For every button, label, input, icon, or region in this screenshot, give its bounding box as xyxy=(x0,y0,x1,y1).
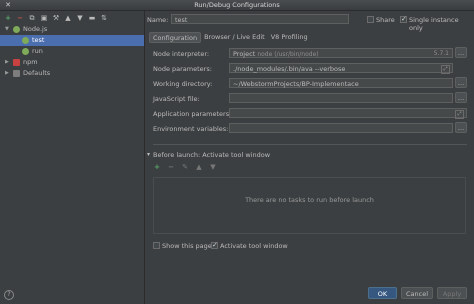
help-icon[interactable]: ? xyxy=(4,290,14,300)
plus-icon[interactable]: + xyxy=(4,14,12,22)
env-vars-field[interactable] xyxy=(229,123,453,133)
browse-file-button[interactable]: … xyxy=(455,92,467,103)
tree-node-npm[interactable]: ▶ npm xyxy=(0,57,144,68)
name-field[interactable]: test xyxy=(171,14,349,24)
javascript-file-label: JavaScript file: xyxy=(153,95,200,103)
tree-node-label: run xyxy=(32,47,43,55)
configuration-editor: Name: test Share Single instance only Co… xyxy=(145,11,474,304)
tree-toolbar: + − ⧉ ▣ ⚒ ▲ ▼ ▬ ⇅ xyxy=(0,11,144,24)
defaults-icon xyxy=(13,70,20,77)
show-page-label: Show this page xyxy=(162,242,212,250)
show-page-checkbox[interactable] xyxy=(153,242,160,249)
node-interpreter-select[interactable]: Project node (/usr/bin/node) 5.7.1 xyxy=(229,48,453,58)
browse-interpreter-button[interactable]: … xyxy=(455,47,467,58)
tree-node-nodejs[interactable]: ▼ Node.js xyxy=(0,24,144,35)
minus-icon[interactable]: − xyxy=(16,14,24,22)
minus-icon[interactable]: − xyxy=(167,163,175,171)
app-params-field[interactable]: ⤢ xyxy=(229,108,467,119)
folder-icon[interactable]: ▬ xyxy=(88,14,96,22)
ok-button[interactable]: OK xyxy=(368,287,397,299)
save-icon[interactable]: ▣ xyxy=(40,14,48,22)
interpreter-hint: node (/usr/bin/node) xyxy=(257,51,319,58)
empty-tasks-text: There are no tasks to run before launch xyxy=(245,196,374,204)
chevron-right-icon[interactable]: ▶ xyxy=(5,57,11,68)
sort-icon[interactable]: ⇅ xyxy=(100,14,108,22)
interpreter-value: Project xyxy=(233,50,256,58)
chevron-down-icon[interactable]: ▼ xyxy=(5,24,11,35)
tree-node-label: Node.js xyxy=(23,25,48,33)
nodejs-icon xyxy=(22,48,29,55)
activate-tool-window-checkbox[interactable] xyxy=(211,241,218,249)
name-label: Name: xyxy=(147,16,169,24)
working-directory-label: Working directory: xyxy=(153,80,213,88)
arrow-down-icon[interactable]: ▼ xyxy=(76,14,84,22)
before-launch-toolbar: + − ✎ ▲ ▼ xyxy=(153,162,217,172)
working-directory-field[interactable]: ~/WebstormProjects/BP-Implementace xyxy=(229,78,453,88)
tree-node-label: npm xyxy=(23,58,38,66)
browse-env-button[interactable]: … xyxy=(455,122,467,133)
tree-node-label: test xyxy=(32,36,45,44)
before-launch-header: Before launch: Activate tool window xyxy=(153,151,271,159)
node-parameters-label: Node parameters: xyxy=(153,65,212,73)
env-vars-label: Environment variables: xyxy=(153,125,229,133)
configurations-panel: + − ⧉ ▣ ⚒ ▲ ▼ ▬ ⇅ ▼ Node.js test run ▶ n… xyxy=(0,11,145,304)
npm-icon xyxy=(13,59,20,66)
tree-node-test[interactable]: test xyxy=(0,35,144,46)
wrench-icon[interactable]: ⚒ xyxy=(52,14,60,22)
before-launch-task-list xyxy=(153,177,466,234)
tab-v8-profiling[interactable]: V8 Profiling xyxy=(268,32,311,43)
node-parameters-field[interactable]: ./node_modules/.bin/ava --verbose ⤢ xyxy=(229,63,453,74)
nodejs-icon xyxy=(13,26,20,33)
expand-icon[interactable]: ⤢ xyxy=(455,110,464,119)
tab-configuration[interactable]: Configuration xyxy=(149,32,202,43)
config-tabs: Configuration Browser / Live Edit V8 Pro… xyxy=(149,32,311,43)
collapse-before-launch-icon[interactable]: ▾ xyxy=(147,151,150,158)
node-interpreter-label: Node interpreter: xyxy=(153,50,210,58)
interpreter-version: 5.7.1 xyxy=(433,50,449,57)
activate-tool-window-label: Activate tool window xyxy=(220,242,288,250)
node-parameters-value: ./node_modules/.bin/ava --verbose xyxy=(233,65,346,73)
single-instance-label: Single instance only xyxy=(409,16,459,32)
tree-node-defaults[interactable]: ▶ Defaults xyxy=(0,68,144,79)
nodejs-icon xyxy=(22,37,29,44)
edit-icon[interactable]: ✎ xyxy=(181,163,189,171)
browse-directory-button[interactable]: … xyxy=(455,77,467,88)
single-instance-checkbox[interactable] xyxy=(400,15,407,23)
cancel-button[interactable]: Cancel xyxy=(401,287,433,299)
tree-node-label: Defaults xyxy=(23,69,51,77)
javascript-file-field[interactable] xyxy=(229,93,453,103)
arrow-up-icon[interactable]: ▲ xyxy=(195,163,203,171)
tab-browser-live-edit[interactable]: Browser / Live Edit xyxy=(201,32,268,43)
separator xyxy=(153,144,467,145)
chevron-right-icon[interactable]: ▶ xyxy=(5,68,11,79)
apply-button[interactable]: Apply xyxy=(437,287,467,299)
share-checkbox[interactable] xyxy=(367,16,374,23)
plus-icon[interactable]: + xyxy=(153,163,161,171)
app-params-label: Application parameters: xyxy=(153,110,232,118)
expand-icon[interactable]: ⤢ xyxy=(441,65,450,74)
title-bar: ✕ Run/Debug Configurations xyxy=(0,0,474,11)
configuration-tree: ▼ Node.js test run ▶ npm ▶ Defaults xyxy=(0,24,144,79)
copy-icon[interactable]: ⧉ xyxy=(28,14,36,22)
arrow-down-icon[interactable]: ▼ xyxy=(209,163,217,171)
tree-node-run[interactable]: run xyxy=(0,46,144,57)
window-title: Run/Debug Configurations xyxy=(194,1,280,9)
arrow-up-icon[interactable]: ▲ xyxy=(64,14,72,22)
share-label: Share xyxy=(376,16,395,24)
